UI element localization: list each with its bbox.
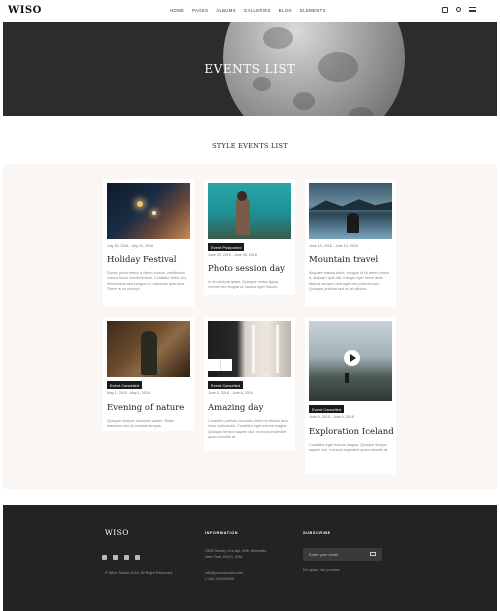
subscribe-placeholder: Enter your email (309, 552, 339, 557)
nav-pages[interactable]: PAGES (192, 8, 208, 13)
event-image[interactable] (309, 321, 392, 401)
site-logo[interactable]: WISO (8, 5, 42, 16)
status-badge: Event Cancelled (107, 381, 143, 389)
event-date: June 5, 2018 - June 6, 2018 (208, 391, 253, 395)
event-description: Curabitur pretium convallis lorem et dic… (208, 419, 289, 440)
event-image[interactable] (208, 183, 291, 239)
youtube-icon[interactable] (135, 555, 140, 560)
event-card[interactable]: Event Postponed June 29, 2018 - June 30,… (204, 179, 295, 295)
event-description: In at volutpat quam. Quisque metus ligul… (208, 280, 279, 290)
subscribe-email-input[interactable]: Enter your email (303, 548, 382, 561)
event-title[interactable]: Amazing day (208, 403, 263, 413)
event-title[interactable]: Holiday Festival (107, 255, 177, 265)
event-image[interactable] (107, 183, 190, 239)
site-header: WISO HOME PAGES ALBUMS GALLERIES BLOG EL… (0, 0, 500, 22)
event-date: July 30, 2018 - July 31, 2018 (107, 244, 153, 248)
event-date: June 29, 2018 - June 30, 2018 (208, 253, 257, 257)
event-title[interactable]: Exploration Iceland (309, 427, 394, 437)
event-card[interactable]: Event Cancelled May 1, 2018 - May 1, 201… (103, 317, 194, 431)
hero-banner: EVENTS LIST (3, 22, 497, 116)
information-heading: INFORMATION (205, 531, 239, 535)
search-icon[interactable] (456, 7, 461, 12)
footer-logo[interactable]: WISO (105, 528, 129, 537)
nav-blog[interactable]: BLOG (279, 8, 292, 13)
status-badge: Event Cancelled (208, 381, 244, 389)
play-button[interactable] (344, 350, 360, 366)
nav-albums[interactable]: ALBUMS (216, 8, 236, 13)
address-line-1: 2505 Stoney Ore Apt. 896, Wenzelle, (205, 549, 268, 553)
status-badge: Event Cancelled (309, 405, 345, 413)
spam-note: No spam, we promise (303, 568, 340, 572)
section-title: STYLE EVENTS LIST (212, 142, 288, 150)
subscribe-heading: SUBSCRIBE (303, 531, 331, 535)
event-description: Aliquam massa dolor, congue id sit amet … (309, 271, 390, 292)
event-title[interactable]: Photo session day (208, 264, 285, 274)
event-card[interactable]: June 13, 2018 - June 14, 2018 Mountain t… (305, 179, 396, 307)
twitter-icon[interactable] (113, 555, 118, 560)
event-description: Quisque semper euismod sapien. Etiam max… (107, 419, 175, 429)
event-title[interactable]: Evening of nature (107, 403, 184, 413)
event-card[interactable]: Event Cancelled June 5, 2018 - June 6, 2… (305, 317, 396, 474)
footer-phone[interactable]: (+68) 120034509 (205, 577, 234, 583)
event-date: June 5, 2018 - June 6, 2018 (309, 415, 354, 419)
nav-home[interactable]: HOME (170, 8, 184, 13)
play-icon (350, 354, 356, 362)
page-title: EVENTS LIST (204, 62, 296, 76)
nav-galleries[interactable]: GALLERIES (244, 8, 271, 13)
mail-icon[interactable] (370, 552, 376, 556)
event-image[interactable] (107, 321, 190, 377)
event-description: Curabitur eget mauris magna. Quisque tem… (309, 443, 389, 453)
address-line-2: New York 10013, USA (205, 555, 243, 559)
menu-icon[interactable] (469, 7, 476, 12)
event-image[interactable] (309, 183, 392, 239)
event-date: June 13, 2018 - June 14, 2018 (309, 244, 358, 248)
instagram-icon[interactable] (124, 555, 129, 560)
header-icons (442, 7, 476, 13)
event-card[interactable]: July 30, 2018 - July 31, 2018 Holiday Fe… (103, 179, 194, 307)
event-description: Donec porta metus a libero cursus, vesti… (107, 271, 187, 292)
footer-email[interactable]: info@yourdomain.com (205, 571, 243, 577)
status-badge: Event Postponed (208, 243, 245, 251)
facebook-icon[interactable] (102, 555, 107, 560)
nav-elements[interactable]: ELEMENTS (300, 8, 326, 13)
main-nav: HOME PAGES ALBUMS GALLERIES BLOG ELEMENT… (170, 8, 326, 13)
event-card[interactable]: Event Cancelled June 5, 2018 - June 6, 2… (204, 317, 295, 451)
event-title[interactable]: Mountain travel (309, 255, 378, 265)
event-date: May 1, 2018 - May 1, 2018 (107, 391, 150, 395)
event-image[interactable] (208, 321, 291, 377)
social-links (102, 555, 140, 560)
copyright-text: © Wiso Studio 2018. All Right Reserved. (105, 571, 174, 575)
shopping-bag-icon[interactable] (442, 7, 448, 13)
site-footer: WISO © Wiso Studio 2018. All Right Reser… (3, 505, 497, 611)
